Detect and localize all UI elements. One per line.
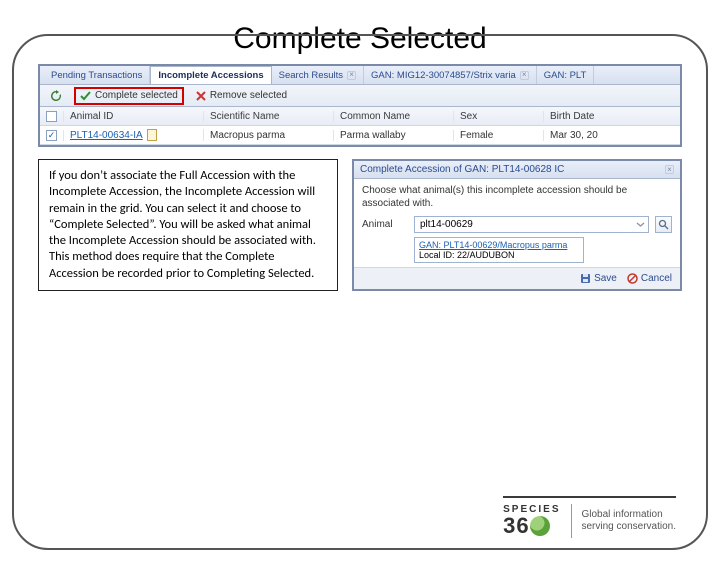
dialog-titlebar: Complete Accession of GAN: PLT14-00628 I… — [354, 161, 680, 179]
tagline-line1: Global information — [582, 509, 677, 521]
close-icon[interactable]: × — [520, 71, 529, 80]
animal-label: Animal — [362, 219, 408, 230]
cell-common: Parma wallaby — [334, 130, 454, 141]
table-row[interactable]: PLT14-00634-IA Macropus parma Parma wall… — [40, 126, 680, 145]
tab-pending[interactable]: Pending Transactions — [44, 66, 150, 84]
remove-selected-button[interactable]: Remove selected — [192, 89, 291, 102]
cancel-icon — [627, 273, 638, 284]
result-gan: GAN: PLT14-00629/Macropus parma — [419, 240, 579, 250]
brand-tagline: Global information serving conservation. — [582, 509, 677, 533]
tab-label: Search Results — [279, 70, 343, 81]
col-header-animal-id[interactable]: Animal ID — [64, 111, 204, 122]
globe-icon — [530, 516, 550, 536]
complete-selected-button[interactable]: Complete selected — [74, 87, 184, 105]
row-checkbox[interactable] — [46, 130, 57, 141]
combo-value: plt14-00629 — [420, 219, 473, 230]
dialog-body: Choose what animal(s) this incomplete ac… — [354, 179, 680, 267]
tab-incomplete[interactable]: Incomplete Accessions — [150, 66, 271, 84]
button-label: Complete selected — [95, 90, 178, 101]
grid-header-row: Animal ID Scientific Name Common Name Se… — [40, 107, 680, 126]
tab-gan1[interactable]: GAN: MIG12-30074857/Strix varia × — [364, 66, 537, 84]
disk-icon — [580, 273, 591, 284]
lookup-button[interactable] — [655, 216, 672, 233]
brand-6: 6 — [516, 515, 528, 537]
data-grid: Animal ID Scientific Name Common Name Se… — [40, 107, 680, 145]
dialog-title: Complete Accession of GAN: PLT14-00628 I… — [360, 164, 564, 175]
save-button[interactable]: Save — [578, 272, 619, 285]
button-label: Remove selected — [210, 90, 287, 101]
note-icon[interactable] — [147, 129, 157, 141]
cell-birth: Mar 30, 20 — [544, 130, 680, 141]
tab-label: GAN: MIG12-30074857/Strix varia — [371, 70, 516, 81]
tab-label: GAN: PLT — [544, 70, 587, 81]
x-icon — [196, 91, 206, 101]
tab-label: Pending Transactions — [51, 70, 142, 81]
tab-bar: Pending Transactions Incomplete Accessio… — [40, 66, 680, 85]
slide-title: Complete Selected — [0, 22, 720, 56]
cell-sex: Female — [454, 130, 544, 141]
toolbar: Complete selected Remove selected — [40, 85, 680, 107]
brand-360: 3 6 — [503, 515, 560, 537]
close-icon[interactable]: × — [347, 71, 356, 80]
lookup-result[interactable]: GAN: PLT14-00629/Macropus parma Local ID… — [414, 237, 584, 263]
brand-footer: SPECIES 3 6 Global information serving c… — [503, 496, 676, 538]
brand-logo: SPECIES 3 6 — [503, 505, 560, 537]
button-label: Cancel — [641, 273, 672, 284]
chevron-down-icon — [636, 220, 645, 229]
col-header-common[interactable]: Common Name — [334, 111, 454, 122]
lower-row: If you don’t associate the Full Accessio… — [38, 159, 682, 291]
animal-id-link[interactable]: PLT14-00634-IA — [70, 130, 143, 141]
explanation-text: If you don’t associate the Full Accessio… — [38, 159, 338, 291]
col-header-sex[interactable]: Sex — [454, 111, 544, 122]
animal-field-row: Animal plt14-00629 — [362, 216, 672, 233]
tab-gan2[interactable]: GAN: PLT — [537, 66, 595, 84]
col-header-scientific[interactable]: Scientific Name — [204, 111, 334, 122]
col-checkbox — [40, 111, 64, 122]
tab-label: Incomplete Accessions — [158, 70, 263, 81]
tab-search[interactable]: Search Results × — [272, 66, 364, 84]
dialog-instruction: Choose what animal(s) this incomplete ac… — [362, 185, 672, 210]
brand-divider — [571, 504, 572, 538]
tagline-line2: serving conservation. — [582, 521, 677, 533]
result-localid: Local ID: 22/AUDUBON — [419, 250, 579, 260]
brand-3: 3 — [503, 515, 515, 537]
cancel-button[interactable]: Cancel — [625, 272, 674, 285]
refresh-icon[interactable] — [46, 89, 66, 103]
cell-scientific: Macropus parma — [204, 130, 334, 141]
close-icon[interactable]: × — [665, 165, 674, 174]
animal-combobox[interactable]: plt14-00629 — [414, 216, 649, 233]
col-header-birth[interactable]: Birth Date — [544, 111, 680, 122]
search-icon — [658, 219, 669, 230]
button-label: Save — [594, 273, 617, 284]
complete-accession-dialog: Complete Accession of GAN: PLT14-00628 I… — [352, 159, 682, 291]
check-icon — [80, 90, 91, 101]
app-screenshot: Pending Transactions Incomplete Accessio… — [38, 64, 682, 147]
dialog-footer: Save Cancel — [354, 267, 680, 289]
checkbox-all[interactable] — [46, 111, 57, 122]
